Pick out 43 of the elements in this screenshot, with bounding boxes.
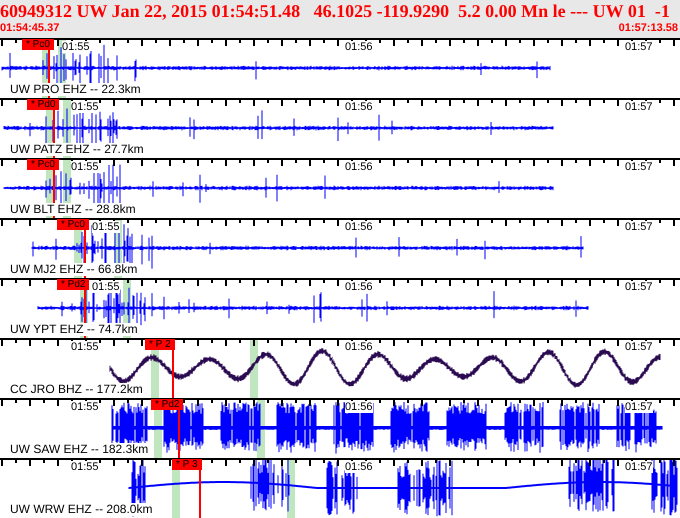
time-label: 01:56 bbox=[345, 461, 373, 473]
pick-label[interactable]: * Pc0 bbox=[57, 219, 89, 230]
station-label: CC JRO BHZ -- 177.2km bbox=[10, 383, 143, 396]
time-label: 01:55 bbox=[71, 401, 99, 413]
time-label: 01:56 bbox=[345, 161, 373, 173]
time-label: 01:57 bbox=[625, 221, 653, 233]
event-summary: 60949312 UW Jan 22, 2015 01:54:51.48 46.1025 -119.9290 5.2 0.00 Mn le --- UW 01 -1 bbox=[0, 1, 670, 21]
time-label: 01:55 bbox=[92, 221, 120, 233]
station-label: UW WRW EHZ -- 208.0km bbox=[10, 503, 152, 516]
pick-label[interactable]: * P 2 bbox=[145, 339, 174, 350]
station-label: UW BLT EHZ -- 28.8km bbox=[10, 203, 136, 216]
pick-label[interactable]: * P 3 bbox=[172, 459, 202, 470]
time-label: 01:57 bbox=[625, 281, 653, 293]
time-label: 01:56 bbox=[345, 341, 373, 353]
time-label: 01:56 bbox=[345, 221, 373, 233]
time-label: 01:57 bbox=[625, 401, 653, 413]
pick-label[interactable]: * Pc0 bbox=[22, 39, 54, 50]
station-label: UW MJ2 EHZ -- 66.8km bbox=[10, 263, 138, 276]
time-label: 01:55 bbox=[62, 41, 90, 53]
pick-label[interactable]: * Pd2 bbox=[57, 279, 90, 290]
start-time: 01:54:45.37 bbox=[0, 22, 60, 35]
time-label: 01:57 bbox=[625, 161, 653, 173]
time-label: 01:55 bbox=[92, 281, 120, 293]
time-label: 01:56 bbox=[345, 41, 373, 53]
pick-label[interactable]: * Pd0 bbox=[27, 99, 60, 110]
time-label: 01:55 bbox=[71, 101, 99, 113]
time-label: 01:57 bbox=[625, 341, 653, 353]
time-label: 01:56 bbox=[345, 281, 373, 293]
time-label: 01:57 bbox=[625, 461, 653, 473]
station-label: UW PATZ EHZ -- 27.7km bbox=[10, 143, 144, 156]
time-label: 01:55 bbox=[71, 461, 99, 473]
time-label: 01:56 bbox=[345, 401, 373, 413]
station-label: UW YPT EHZ -- 74.7km bbox=[10, 323, 138, 336]
time-label: 01:57 bbox=[625, 101, 653, 113]
time-label: 01:55 bbox=[71, 341, 99, 353]
time-label: 01:56 bbox=[345, 101, 373, 113]
pick-label[interactable]: * Pd2 bbox=[151, 399, 184, 410]
station-label: UW PRO EHZ -- 22.3km bbox=[10, 83, 141, 96]
pick-label[interactable]: * Pc0 bbox=[27, 159, 59, 170]
end-time: 01:57:13.58 bbox=[618, 22, 678, 35]
time-label: 01:55 bbox=[71, 161, 99, 173]
time-label: 01:57 bbox=[625, 41, 653, 53]
station-label: UW SAW EHZ -- 182.3km bbox=[10, 443, 148, 456]
